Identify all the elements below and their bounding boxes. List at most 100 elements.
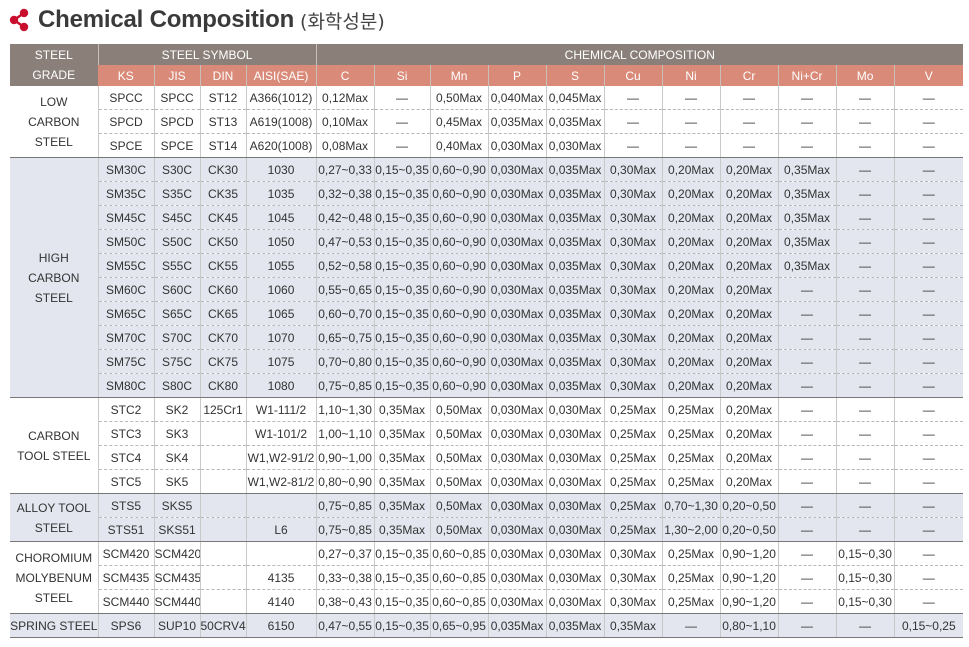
header-steel-grade-line2: GRADE [32, 68, 76, 82]
steel-grade-label: TOOL STEEL [17, 448, 91, 463]
table-cell: 0,25Max [603, 517, 663, 542]
table-cell: 0,20Max [719, 469, 779, 494]
table-cell: 1050 [245, 229, 317, 254]
table-cell: 0,035Max [545, 277, 605, 302]
table-cell: 0,035Max [545, 373, 605, 398]
table-cell: 0,40Max [429, 133, 489, 158]
table-cell: 0,30Max [603, 541, 663, 566]
table-cell: 0,030Max [487, 229, 547, 254]
table-cell [199, 589, 246, 614]
table-cell: 0,030Max [545, 517, 605, 542]
table-cell: — [835, 469, 895, 494]
table-cell: SK2 [153, 397, 200, 422]
table-cell: — [777, 373, 837, 398]
table-cell: — [893, 86, 964, 110]
table-cell: 0,33~0,38 [315, 565, 375, 590]
table-cell: — [777, 445, 837, 470]
table-cell: 0,20Max [719, 301, 779, 326]
table-cell: SPCD [153, 109, 200, 134]
table-row: SM65C S65C CK65 1065 0,60~0,70 0,15~0,35 0,60~… [10, 301, 964, 326]
table-cell: 0,15~0,35 [373, 325, 431, 350]
table-cell: 0,035Max [487, 613, 547, 638]
table-cell: SM75C [97, 349, 154, 374]
table-cell: SKS5 [153, 493, 200, 518]
table-cell: 0,60~0,90 [429, 181, 489, 206]
steel-grade-cell: HIGH CARBON STEEL [10, 157, 98, 398]
table-cell: — [835, 445, 895, 470]
table-cell: 0,030Max [487, 325, 547, 350]
table-cell: 50CRV4 [199, 613, 246, 638]
table-cell: SCM435 [153, 565, 200, 590]
header-steel-grade-line1: STEEL [34, 48, 73, 62]
table-cell: — [893, 421, 964, 446]
table-cell: — [661, 109, 721, 134]
table-cell: — [893, 373, 964, 398]
steel-grade-label: STEEL [34, 134, 73, 149]
column-header: JIS [153, 65, 200, 86]
table-cell: 0,25Max [603, 445, 663, 470]
table-cell: — [777, 325, 837, 350]
table-cell: 1035 [245, 181, 317, 206]
column-header: Si [373, 65, 431, 86]
table-cell: — [661, 133, 721, 158]
steel-grade-label: CARBON [28, 114, 80, 129]
table-cell: — [719, 109, 779, 134]
table-cell: — [777, 421, 837, 446]
table-cell: 0,20Max [719, 277, 779, 302]
table-cell: 0,20~0,50 [719, 493, 779, 518]
table-cell: 0,60~0,90 [429, 325, 489, 350]
table-cell: 0,25Max [603, 493, 663, 518]
table-cell: — [835, 253, 895, 278]
table-cell: 0,15~0,35 [373, 565, 431, 590]
column-header: KS [98, 65, 154, 86]
column-header: Mo [835, 65, 895, 86]
table-cell: — [661, 86, 721, 110]
table-cell: 0,25Max [661, 565, 721, 590]
table-cell: 0,030Max [487, 349, 547, 374]
table-cell: — [893, 397, 964, 422]
table-cell: SPCE [153, 133, 200, 158]
table-row: ALLOY TOOL STEEL STS5 SKS5 0,75~0,85 0,35Max 0… [10, 493, 964, 542]
table-cell: 0,50Max [429, 493, 489, 518]
table-cell: — [835, 157, 895, 182]
table-cell: — [777, 469, 837, 494]
table-cell: 0,030Max [487, 445, 547, 470]
table-row: SM70C S70C CK70 1070 0,65~0,75 0,15~0,35 0,60~… [10, 325, 964, 350]
table-cell: 0,30Max [603, 589, 663, 614]
table-cell: SCM440 [153, 589, 200, 614]
table-cell: — [719, 86, 779, 110]
table-cell: 0,030Max [487, 589, 547, 614]
column-header: S [545, 65, 605, 86]
table-cell: SCM435 [97, 565, 154, 590]
table-cell: 0,35Max [373, 469, 431, 494]
table-row: SM45C S45C CK45 1045 0,42~0,48 0,15~0,35 0,60~… [10, 205, 964, 230]
table-cell: 0,42~0,48 [315, 205, 375, 230]
table-cell: 0,27~0,33 [315, 157, 375, 182]
steel-grade-cell: CHOROMIUM MOLYBENUM STEEL [10, 541, 98, 614]
table-row: SPCD SPCD ST13 A619(1008) 0,10Max —0,45Max 0,0… [10, 109, 964, 134]
table-cell: 0,20Max [661, 325, 721, 350]
table-cell: 0,35Max [777, 229, 837, 254]
table-cell [199, 517, 246, 542]
table-cell: SM30C [97, 157, 154, 182]
table-cell: 0,35Max [373, 397, 431, 422]
table-cell: A620(1008) [245, 133, 317, 158]
table-cell: 0,035Max [545, 205, 605, 230]
table-cell: — [777, 541, 837, 566]
table-cell: 0,60~0,90 [429, 253, 489, 278]
table-cell: CK45 [199, 205, 246, 230]
table-cell: 0,030Max [487, 181, 547, 206]
table-cell: — [835, 613, 895, 638]
table-cell: — [893, 205, 964, 230]
table-cell: A366(1012) [245, 86, 317, 110]
table-cell: 0,20Max [661, 181, 721, 206]
table-cell: 0,15~0,35 [373, 205, 431, 230]
table-cell: 0,030Max [487, 469, 547, 494]
table-cell: — [893, 565, 964, 590]
table-cell: 0,15~0,35 [373, 349, 431, 374]
table-cell: — [835, 109, 895, 134]
table-cell: STC4 [97, 445, 154, 470]
table-cell: 0,50Max [429, 517, 489, 542]
steel-grade-cell: ALLOY TOOL STEEL [10, 493, 98, 542]
table-cell: — [893, 493, 964, 518]
